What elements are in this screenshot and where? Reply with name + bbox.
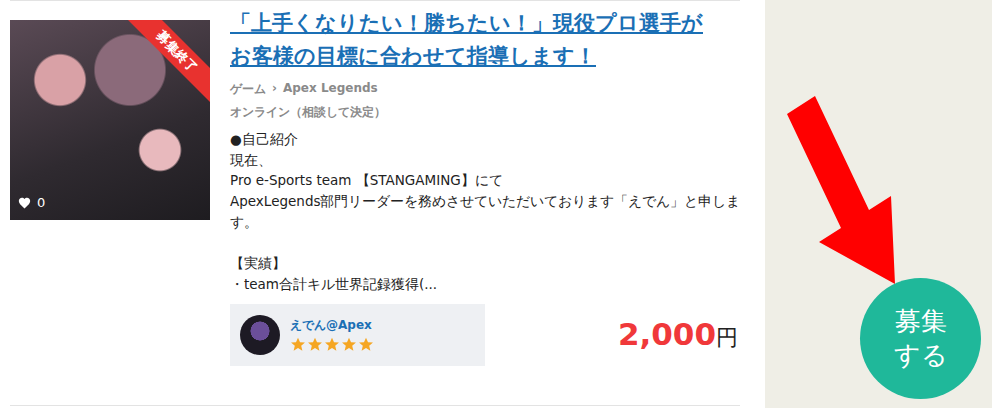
breadcrumb: ゲーム › Apex Legends <box>230 81 740 98</box>
rating <box>290 337 374 352</box>
listing-area: 募集終了 0 「上手くなりたい！勝ちたい！」現役プロ選手がお客様の目標に合わせて… <box>0 0 765 408</box>
listing-card[interactable]: 募集終了 0 「上手くなりたい！勝ちたい！」現役プロ選手がお客様の目標に合わせて… <box>10 0 740 406</box>
status-ribbon: 募集終了 <box>123 20 210 106</box>
price: 2,000円 <box>618 316 740 353</box>
listing-content: 「上手くなりたい！勝ちたい！」現役プロ選手がお客様の目標に合わせて指導します！ … <box>230 1 740 405</box>
star-icon <box>324 337 340 352</box>
avatar-icon <box>240 315 280 355</box>
like-count[interactable]: 0 <box>18 195 45 210</box>
star-icon <box>341 337 357 352</box>
thumbnail[interactable]: 募集終了 0 <box>10 20 210 220</box>
subcategory-link[interactable]: Apex Legends <box>283 81 378 98</box>
category-link[interactable]: ゲーム <box>230 81 266 98</box>
seller-box[interactable]: えでん@Apex <box>230 304 485 366</box>
listing-footer: えでん@Apex 2,000円 <box>230 304 740 366</box>
star-icon <box>307 337 323 352</box>
page: 募集終了 0 「上手くなりたい！勝ちたい！」現役プロ選手がお客様の目標に合わせて… <box>0 0 992 408</box>
arrow-icon <box>777 92 917 292</box>
star-icon <box>290 337 306 352</box>
format: オンライン（相談して決定） <box>230 104 740 121</box>
description: ●自己紹介現在、Pro e-Sports team 【STANGAMING】にて… <box>230 129 740 295</box>
recruit-button[interactable]: 募集する <box>860 278 981 399</box>
seller-name[interactable]: えでん@Apex <box>290 317 374 334</box>
star-icon <box>358 337 374 352</box>
listing-title[interactable]: 「上手くなりたい！勝ちたい！」現役プロ選手がお客様の目標に合わせて指導します！ <box>230 7 740 73</box>
side-panel: 募集する <box>765 0 992 408</box>
heart-icon <box>18 197 31 209</box>
